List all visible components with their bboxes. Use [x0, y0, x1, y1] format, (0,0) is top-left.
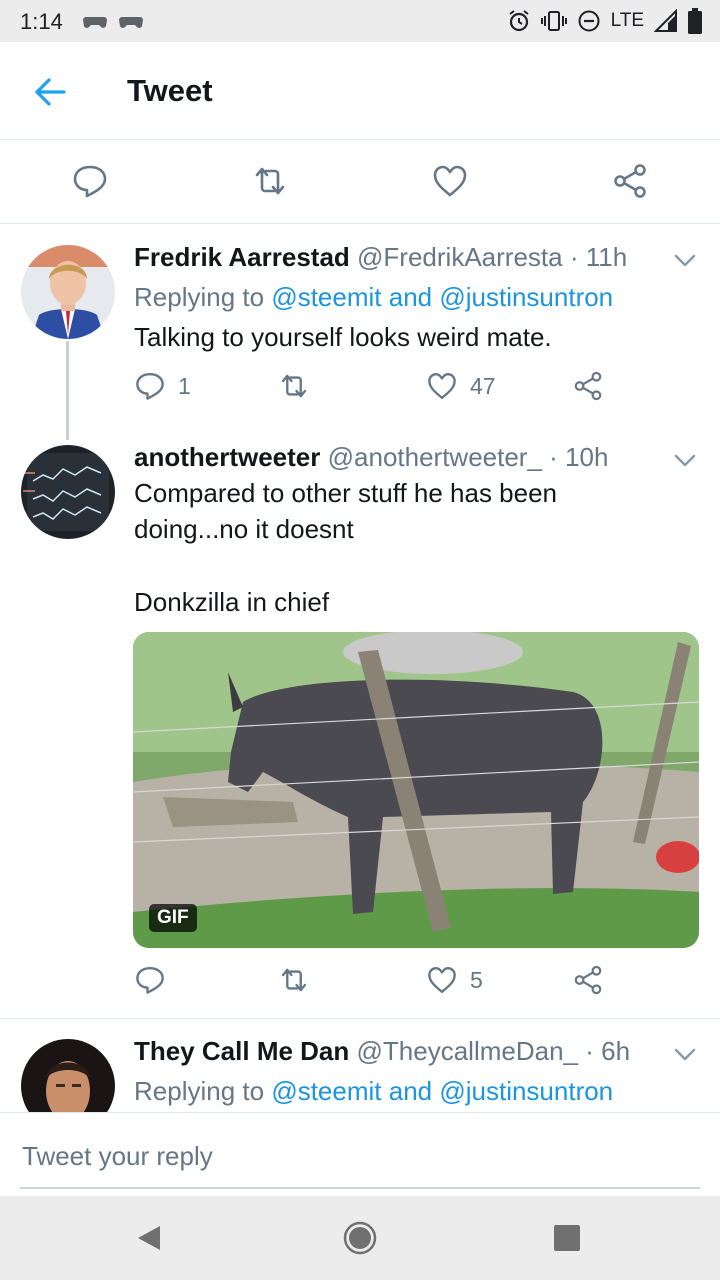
dnd-icon: [578, 10, 600, 32]
reply-icon[interactable]: [71, 162, 109, 200]
tweet-time: · 11h: [562, 242, 628, 272]
tweet-text-line: Donkzilla in chief: [134, 587, 330, 617]
tweet-text-line: Compared to other stuff he has been: [134, 478, 558, 508]
nav-back-icon[interactable]: [132, 1220, 168, 1256]
chevron-down-icon[interactable]: [672, 1041, 698, 1067]
tweet-time: · 10h: [541, 442, 609, 472]
share-icon[interactable]: [611, 162, 649, 200]
retweet-icon[interactable]: [278, 370, 310, 402]
chevron-down-icon[interactable]: [672, 447, 698, 473]
replying-to: Replying to @steemit and @justinsuntron: [134, 282, 613, 313]
share-icon[interactable]: [572, 964, 604, 996]
avatar[interactable]: [21, 445, 115, 539]
replying-to: Replying to @steemit and @justinsuntron: [134, 1076, 613, 1107]
alarm-icon: [508, 10, 529, 32]
gif-badge: GIF: [149, 904, 197, 932]
retweet-icon[interactable]: [251, 162, 289, 200]
reply-input-underline: [20, 1187, 700, 1189]
system-nav-bar: [0, 1196, 720, 1280]
signal-icon: [654, 9, 677, 32]
reply-composer[interactable]: Tweet your reply: [0, 1112, 720, 1196]
replying-prefix: Replying to: [134, 1076, 272, 1106]
donkey-gif-image: [133, 632, 699, 948]
status-time: 1:14: [20, 9, 63, 34]
battery-icon: [688, 8, 702, 34]
tweet-text-line: doing...no it doesnt: [134, 514, 354, 544]
tweet-actions: 5: [134, 964, 614, 1004]
gif-media[interactable]: GIF: [133, 632, 699, 948]
tweet-actions: 1 47: [134, 370, 614, 410]
tweet-time: · 6h: [578, 1036, 631, 1066]
tweet-header: Fredrik Aarrestad @FredrikAarresta · 11h: [134, 242, 627, 273]
replying-prefix: Replying to: [134, 282, 272, 312]
replying-to-link[interactable]: @steemit and @justinsuntron: [271, 1076, 613, 1106]
like-icon[interactable]: [426, 964, 458, 996]
author-name[interactable]: anothertweeter: [134, 442, 320, 472]
avatar[interactable]: [21, 245, 115, 339]
nav-home-icon[interactable]: [342, 1220, 378, 1256]
replying-to-link[interactable]: @steemit and @justinsuntron: [271, 282, 613, 312]
author-handle: @TheycallmeDan_: [356, 1036, 578, 1066]
main-tweet-actions: [0, 140, 720, 224]
reply-icon[interactable]: [134, 370, 166, 402]
like-count: 5: [470, 966, 483, 993]
nav-recents-icon[interactable]: [549, 1220, 585, 1256]
app-bar: Tweet: [0, 42, 720, 140]
page-title: Tweet: [127, 73, 213, 108]
game-controller-icon: [83, 17, 107, 28]
thread-line: [66, 341, 69, 440]
retweet-icon[interactable]: [278, 964, 310, 996]
tweet-text: Talking to yourself looks weird mate.: [134, 322, 552, 352]
network-type: LTE: [610, 10, 644, 31]
tweet-header: anothertweeter @anothertweeter_ · 10h: [134, 442, 608, 473]
author-name[interactable]: Fredrik Aarrestad: [134, 242, 350, 272]
game-controller-icon: [119, 17, 143, 28]
author-handle: @anothertweeter_: [327, 442, 542, 472]
reply-input[interactable]: Tweet your reply: [22, 1141, 213, 1172]
share-icon[interactable]: [572, 370, 604, 402]
like-icon[interactable]: [431, 162, 469, 200]
tweet-header: They Call Me Dan @TheycallmeDan_ · 6h: [134, 1036, 630, 1067]
status-bar: 1:14 LTE: [0, 0, 720, 42]
back-arrow-icon[interactable]: [30, 72, 70, 112]
author-name[interactable]: They Call Me Dan: [134, 1036, 349, 1066]
like-icon[interactable]: [426, 370, 458, 402]
tweet-divider: [0, 1018, 720, 1019]
like-count: 47: [470, 372, 496, 399]
author-handle: @FredrikAarresta: [357, 242, 563, 272]
reply-icon[interactable]: [134, 964, 166, 996]
reply-count: 1: [178, 372, 191, 399]
vibrate-icon: [540, 11, 567, 31]
chevron-down-icon[interactable]: [672, 247, 698, 273]
